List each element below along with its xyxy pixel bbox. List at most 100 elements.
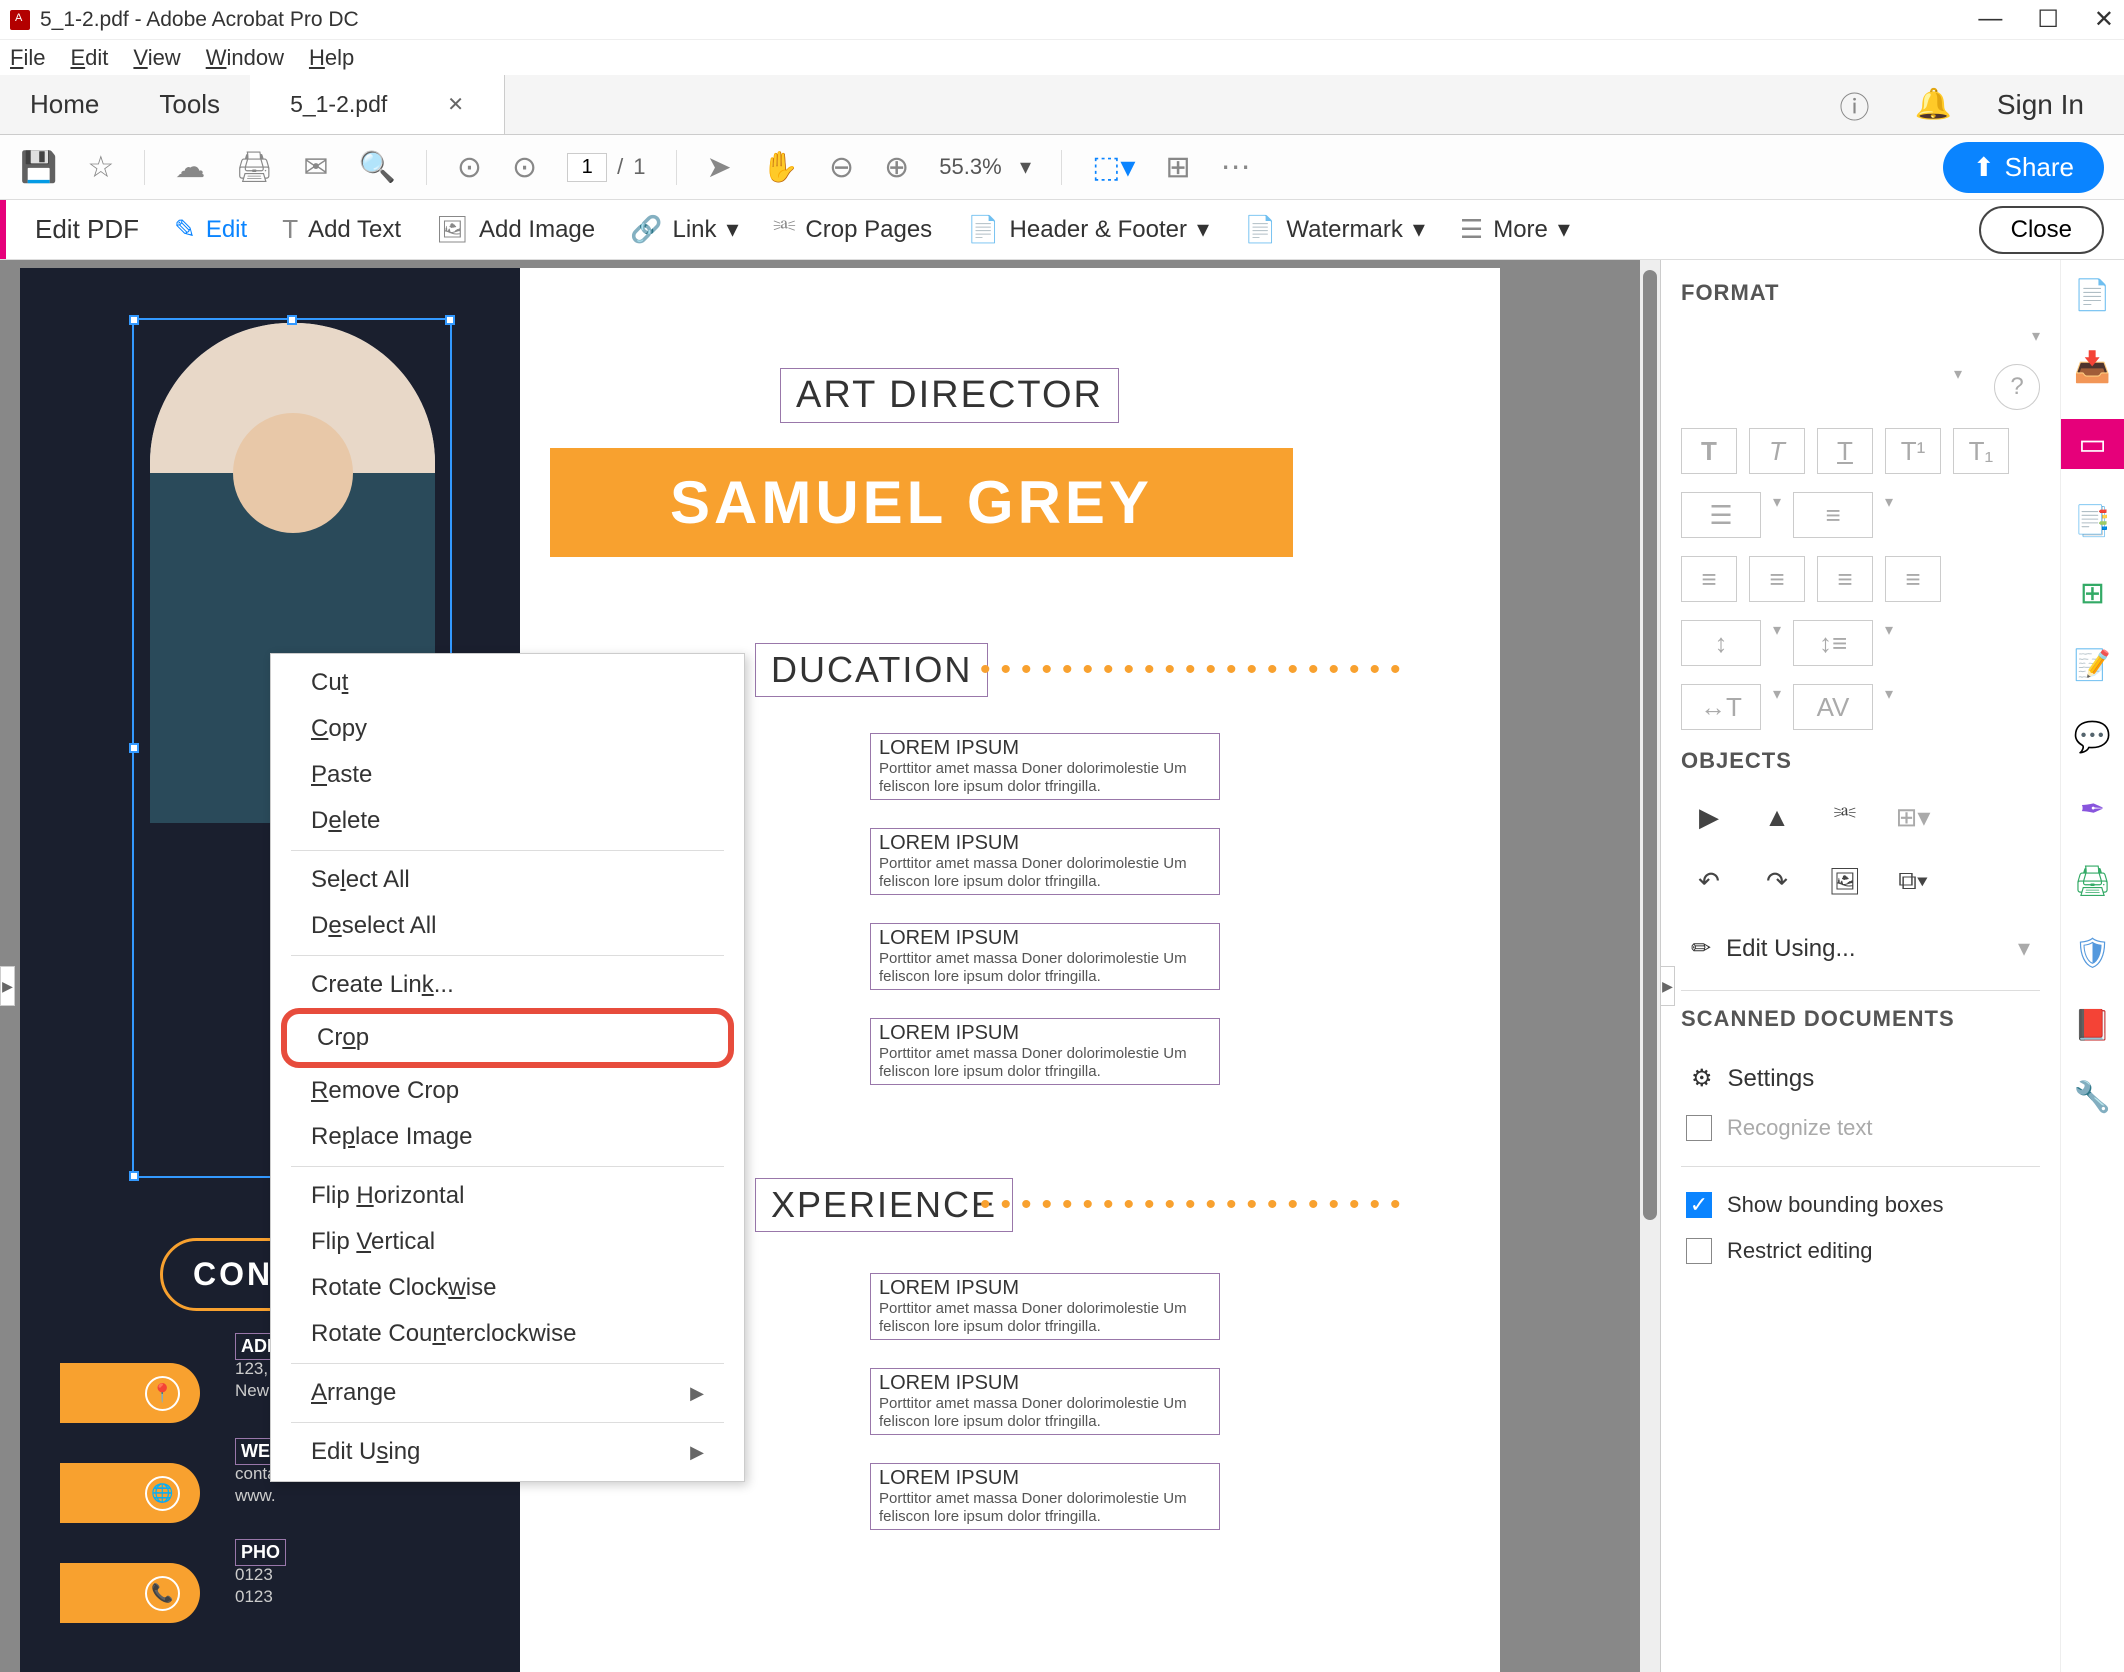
menu-edit[interactable]: Edit xyxy=(70,45,108,71)
hand-icon[interactable]: ✋ xyxy=(762,150,799,185)
fit-width-icon[interactable]: ⬚▾ xyxy=(1092,150,1135,185)
sign-icon[interactable]: ✒ xyxy=(2073,789,2113,829)
settings-button[interactable]: ⚙ Settings xyxy=(1681,1052,2040,1105)
subscript-icon[interactable]: T₁ xyxy=(1953,428,2009,474)
editbar-crop-pages[interactable]: ⎃ Crop Pages xyxy=(774,214,933,246)
menu-file[interactable]: File xyxy=(10,45,45,71)
tab-home[interactable]: Home xyxy=(0,75,129,134)
address-text[interactable]: 123, New xyxy=(235,1358,269,1402)
replace-image-icon[interactable]: 🖼 xyxy=(1817,858,1873,904)
page-number-input[interactable] xyxy=(567,153,607,182)
context-delete[interactable]: Delete xyxy=(271,798,744,844)
horizontal-scale-icon[interactable]: ↔T xyxy=(1681,684,1761,730)
flip-vertical-icon[interactable]: ▲ xyxy=(1749,794,1805,840)
more-tools-icon[interactable]: ⋯ xyxy=(1221,150,1251,185)
save-icon[interactable]: 💾 xyxy=(20,150,57,185)
create-pdf-icon[interactable]: 📄 xyxy=(2073,275,2113,315)
tab-file-active[interactable]: 5_1-2.pdf ✕ xyxy=(250,75,505,134)
editbar-header-footer[interactable]: 📄 Header & Footer ▾ xyxy=(967,214,1209,245)
arrange-icon[interactable]: ⧉▾ xyxy=(1885,858,1941,904)
education-heading[interactable]: DUCATION xyxy=(755,643,988,697)
align-center-icon[interactable]: ≡ xyxy=(1749,556,1805,602)
export-pdf-icon[interactable]: 📥 xyxy=(2073,347,2113,387)
context-flip-vertical[interactable]: Flip Vertical xyxy=(271,1219,744,1265)
editbar-add-text[interactable]: T Add Text xyxy=(282,214,401,245)
rotate-ccw-icon[interactable]: ↶ xyxy=(1681,858,1737,904)
context-flip-horizontal[interactable]: Flip Horizontal xyxy=(271,1173,744,1219)
scrollbar[interactable] xyxy=(1640,260,1660,1672)
context-remove-crop[interactable]: Remove Crop xyxy=(271,1068,744,1114)
protect-icon[interactable]: 🛡 xyxy=(2073,933,2113,973)
collapse-right-icon[interactable]: ▶ xyxy=(1660,966,1675,1006)
chevron-down-icon[interactable]: ▾ xyxy=(1885,620,1893,666)
collapse-left-icon[interactable]: ▶ xyxy=(0,966,15,1006)
context-rotate-ccw[interactable]: Rotate Counterclockwise xyxy=(271,1311,744,1357)
restrict-editing-checkbox[interactable]: Restrict editing xyxy=(1681,1228,2040,1274)
chevron-down-icon[interactable]: ▾ xyxy=(2032,326,2040,346)
align-justify-icon[interactable]: ≡ xyxy=(1885,556,1941,602)
text-block[interactable]: LOREM IPSUMPorttitor amet massa Doner do… xyxy=(870,1368,1220,1435)
editbar-link[interactable]: 🔗 Link ▾ xyxy=(630,214,738,245)
sign-in-button[interactable]: Sign In xyxy=(1997,89,2084,121)
organize-icon[interactable]: ⊞ xyxy=(2073,573,2113,613)
crop-icon[interactable]: ⎃ xyxy=(1817,794,1873,840)
tab-close-icon[interactable]: ✕ xyxy=(447,92,464,117)
minimize-button[interactable]: — xyxy=(1978,5,2002,34)
context-paste[interactable]: Paste xyxy=(271,752,744,798)
resume-name[interactable]: SAMUEL GREY xyxy=(550,448,1293,557)
reading-mode-icon[interactable]: ⊞ xyxy=(1165,150,1190,185)
context-replace-image[interactable]: Replace Image xyxy=(271,1114,744,1160)
context-create-link[interactable]: Create Link... xyxy=(271,962,744,1008)
superscript-icon[interactable]: T¹ xyxy=(1885,428,1941,474)
context-deselect-all[interactable]: Deselect All xyxy=(271,903,744,949)
bell-icon[interactable]: 🔔 xyxy=(1914,87,1951,122)
text-block[interactable]: LOREM IPSUMPorttitor amet massa Doner do… xyxy=(870,828,1220,895)
rotate-cw-icon[interactable]: ↷ xyxy=(1749,858,1805,904)
help-icon[interactable]: ⓘ xyxy=(1839,83,1869,127)
search-icon[interactable]: 🔍 xyxy=(359,150,396,185)
text-block[interactable]: LOREM IPSUMPorttitor amet massa Doner do… xyxy=(870,1018,1220,1085)
context-rotate-cw[interactable]: Rotate Clockwise xyxy=(271,1265,744,1311)
page-down-icon[interactable]: ⊙ xyxy=(512,150,537,185)
line-spacing-icon[interactable]: ↕ xyxy=(1681,620,1761,666)
maximize-button[interactable]: ☐ xyxy=(2037,5,2059,34)
zoom-dropdown[interactable]: 55.3% ▾ xyxy=(939,154,1031,180)
show-bounding-boxes-checkbox[interactable]: ✓ Show bounding boxes xyxy=(1681,1182,2040,1228)
page-up-icon[interactable]: ⊙ xyxy=(457,150,482,185)
experience-heading[interactable]: XPERIENCE xyxy=(755,1178,1013,1232)
document-area[interactable]: ▶ ART DIRECTOR SAMUEL GREY DUCATION ••••… xyxy=(0,260,1660,1672)
character-spacing-icon[interactable]: AV xyxy=(1793,684,1873,730)
chevron-down-icon[interactable]: ▾ xyxy=(1773,492,1781,538)
tab-tools[interactable]: Tools xyxy=(129,75,250,134)
resume-subtitle[interactable]: ART DIRECTOR xyxy=(780,368,1119,423)
editbar-add-image[interactable]: 🖼 Add Image xyxy=(436,214,595,245)
text-block[interactable]: LOREM IPSUMPorttitor amet massa Doner do… xyxy=(870,733,1220,800)
combine-icon[interactable]: 📑 xyxy=(2073,501,2113,541)
context-select-all[interactable]: Select All xyxy=(271,857,744,903)
align-objects-icon[interactable]: ⊞▾ xyxy=(1885,794,1941,840)
phone-text[interactable]: 0123 0123 xyxy=(235,1564,273,1608)
mail-icon[interactable]: ✉ xyxy=(303,150,328,185)
scrollbar-thumb[interactable] xyxy=(1643,270,1657,1220)
close-window-button[interactable]: ✕ xyxy=(2094,5,2114,34)
bullet-list-icon[interactable]: ☰ xyxy=(1681,492,1761,538)
align-left-icon[interactable]: ≡ xyxy=(1681,556,1737,602)
chevron-down-icon[interactable]: ▾ xyxy=(1954,364,1962,410)
text-block[interactable]: LOREM IPSUMPorttitor amet massa Doner do… xyxy=(870,1463,1220,1530)
chevron-down-icon[interactable]: ▾ xyxy=(1773,684,1781,730)
recognize-text-checkbox[interactable]: Recognize text xyxy=(1681,1105,2040,1151)
pointer-icon[interactable]: ➤ xyxy=(707,150,732,185)
menu-window[interactable]: Window xyxy=(206,45,284,71)
chevron-down-icon[interactable]: ▾ xyxy=(1773,620,1781,666)
help-icon[interactable]: ? xyxy=(1994,364,2040,410)
numbered-list-icon[interactable]: ≡ xyxy=(1793,492,1873,538)
print-production-icon[interactable]: 🖨 xyxy=(2073,861,2113,901)
context-crop[interactable]: Crop xyxy=(281,1008,734,1068)
text-block[interactable]: LOREM IPSUMPorttitor amet massa Doner do… xyxy=(870,923,1220,990)
context-edit-using[interactable]: Edit Using▶ xyxy=(271,1429,744,1475)
editbar-watermark[interactable]: 📄 Watermark ▾ xyxy=(1244,214,1425,245)
zoom-out-icon[interactable]: ⊖ xyxy=(829,150,854,185)
flip-horizontal-icon[interactable]: ▶ xyxy=(1681,794,1737,840)
redact-icon[interactable]: 📕 xyxy=(2073,1005,2113,1045)
comment-icon[interactable]: 💬 xyxy=(2073,717,2113,757)
